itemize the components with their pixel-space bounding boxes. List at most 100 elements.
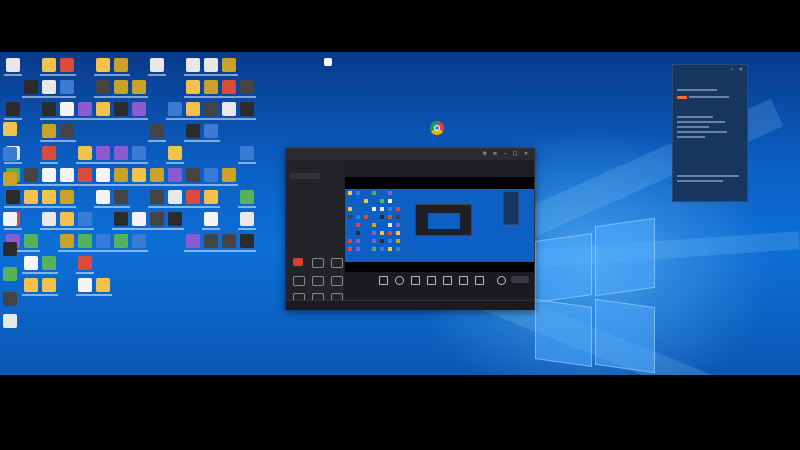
folder-icon[interactable] [168, 190, 182, 204]
screenshot-icon[interactable] [379, 276, 388, 285]
cursor-icon[interactable] [427, 276, 436, 285]
document-icon[interactable] [6, 102, 20, 116]
document-icon[interactable] [186, 102, 200, 116]
app-icon[interactable] [186, 190, 200, 204]
game-icon[interactable] [204, 80, 218, 94]
folder-icon[interactable] [96, 278, 110, 292]
app-icon[interactable] [114, 102, 128, 116]
app-icon[interactable] [114, 58, 128, 72]
document-icon[interactable] [150, 190, 164, 204]
game-icon[interactable] [96, 58, 110, 72]
chrome-icon[interactable] [60, 212, 74, 226]
app-icon[interactable] [3, 147, 17, 161]
document-icon[interactable] [132, 168, 146, 182]
document-icon[interactable] [204, 212, 218, 226]
chrome-icon[interactable] [132, 212, 146, 226]
document-icon[interactable] [78, 168, 92, 182]
game-icon[interactable] [168, 168, 182, 182]
maximize-icon[interactable]: □ [512, 151, 518, 157]
chrome-icon[interactable] [222, 168, 236, 182]
tray-app-icon[interactable] [324, 58, 332, 66]
document-icon[interactable] [240, 146, 254, 160]
recorder-titlebar[interactable]: ⚙ ≡ – □ ✕ [286, 149, 534, 160]
app-icon[interactable] [78, 234, 92, 248]
app-icon[interactable] [60, 124, 74, 138]
app-icon[interactable] [96, 80, 110, 94]
chrome-icon[interactable] [240, 102, 254, 116]
game-mode-button[interactable] [331, 276, 343, 286]
folder-icon[interactable] [168, 102, 182, 116]
document-icon[interactable] [60, 168, 74, 182]
chrome-icon[interactable] [114, 168, 128, 182]
app-icon[interactable] [114, 190, 128, 204]
folder-icon[interactable] [96, 234, 110, 248]
document-icon[interactable] [24, 80, 38, 94]
close-icon[interactable]: ✕ [523, 151, 529, 157]
app-icon[interactable] [114, 80, 128, 94]
document-icon[interactable] [96, 146, 110, 160]
settings-icon[interactable]: ⚙ [482, 151, 488, 157]
folder-icon[interactable] [186, 124, 200, 138]
game-icon[interactable] [78, 278, 92, 292]
game-icon[interactable] [114, 234, 128, 248]
document-icon[interactable] [6, 58, 20, 72]
game-icon[interactable] [3, 212, 17, 226]
app-icon[interactable] [42, 80, 56, 94]
folder-icon[interactable] [204, 168, 218, 182]
document-icon[interactable] [3, 172, 17, 186]
game-icon[interactable] [132, 234, 146, 248]
folder-icon[interactable] [24, 168, 38, 182]
folder-icon[interactable] [6, 190, 20, 204]
watermark-icon[interactable] [459, 276, 468, 285]
app-icon[interactable] [132, 146, 146, 160]
panel-close-icon[interactable]: ✕ [738, 67, 744, 73]
document-icon[interactable] [240, 80, 254, 94]
game-icon[interactable] [42, 124, 56, 138]
game-icon[interactable] [96, 168, 110, 182]
chrome-icon[interactable] [3, 242, 17, 256]
app-icon[interactable] [3, 292, 17, 306]
game-icon[interactable] [132, 80, 146, 94]
window-mode-button[interactable] [312, 276, 324, 286]
document-icon[interactable] [186, 168, 200, 182]
folder-icon[interactable] [168, 146, 182, 160]
region-mode-button[interactable] [331, 258, 343, 268]
volume-icon[interactable] [475, 276, 484, 285]
chrome-icon[interactable] [78, 102, 92, 116]
document-icon[interactable] [222, 102, 236, 116]
folder-icon[interactable] [60, 190, 74, 204]
chrome-icon[interactable] [186, 58, 200, 72]
folder-icon[interactable] [168, 212, 182, 226]
app-icon[interactable] [240, 212, 254, 226]
app-icon[interactable] [24, 234, 38, 248]
document-icon[interactable] [96, 102, 110, 116]
document-icon[interactable] [42, 190, 56, 204]
game-icon[interactable] [132, 102, 146, 116]
folder-icon[interactable] [78, 256, 92, 270]
app-icon[interactable] [78, 212, 92, 226]
app-icon[interactable] [24, 256, 38, 270]
document-icon[interactable] [204, 102, 218, 116]
app-icon[interactable] [96, 190, 110, 204]
folder-icon[interactable] [42, 278, 56, 292]
chrome-icon[interactable] [60, 234, 74, 248]
document-icon[interactable] [204, 234, 218, 248]
settings-gear-icon[interactable] [497, 276, 506, 285]
document-icon[interactable] [150, 58, 164, 72]
chrome-icon[interactable] [430, 121, 444, 135]
folder-icon[interactable] [222, 234, 236, 248]
panel-minimize-icon[interactable]: – [729, 67, 735, 73]
document-icon[interactable] [150, 168, 164, 182]
document-icon[interactable] [60, 58, 74, 72]
folder-icon[interactable] [42, 146, 56, 160]
document-icon[interactable] [24, 278, 38, 292]
chrome-icon[interactable] [114, 146, 128, 160]
folder-icon[interactable] [42, 212, 56, 226]
app-icon[interactable] [222, 80, 236, 94]
chrome-icon[interactable] [60, 102, 74, 116]
document-icon[interactable] [222, 58, 236, 72]
screen-recorder-window[interactable]: ⚙ ≡ – □ ✕ [285, 148, 535, 310]
document-icon[interactable] [42, 58, 56, 72]
document-icon[interactable] [42, 168, 56, 182]
app-icon[interactable] [60, 80, 74, 94]
